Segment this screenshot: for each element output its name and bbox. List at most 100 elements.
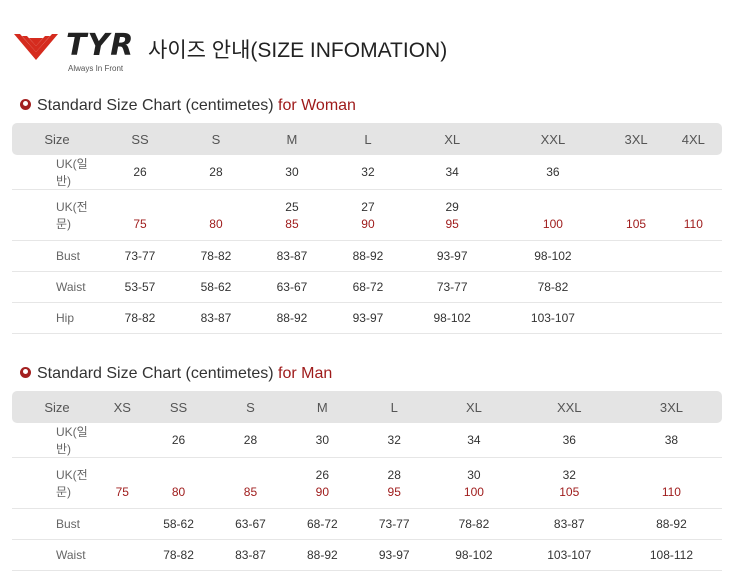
brand-logo-text: TYR (66, 28, 135, 63)
table-cell: 58-62 (177, 271, 254, 303)
table-row: Waist 78-82 83-87 88-92 93-97 98-102 103… (12, 539, 722, 571)
table-cell: 26 90 (286, 457, 359, 509)
table-cell: 32 105 (517, 457, 621, 509)
table-cell (102, 508, 143, 540)
table-cell: 93-97 (358, 539, 431, 571)
table-row: Hip 78-82 83-87 88-92 93-97 98-102 103-1… (12, 302, 722, 334)
man-section-title: Standard Size Chart (centimetes) for Man (20, 364, 332, 384)
row-label: UK(전문) (56, 468, 88, 499)
table-cell: 73-77 (102, 240, 178, 272)
table-row: Waist 53-57 58-62 63-67 68-72 73-77 78-8… (12, 271, 722, 303)
header-cell: SS (142, 391, 215, 423)
table-cell: 83-87 (214, 539, 287, 571)
bullet-icon (20, 99, 31, 110)
table-cell: 32 (329, 155, 406, 190)
table-cell: 88-92 (620, 508, 722, 540)
table-cell (607, 155, 665, 190)
table-cell: 29 95 (405, 189, 499, 241)
table-cell: 98-102 (405, 302, 499, 334)
woman-section-title: Standard Size Chart (centimetes) for Wom… (20, 96, 356, 116)
table-cell: 34 (430, 423, 518, 458)
row-label: Bust (12, 240, 102, 272)
table-cell: 30 100 (430, 457, 518, 509)
table-cell: 73-77 (358, 508, 431, 540)
row-label: UK(일반) (12, 155, 102, 190)
row-label: Hip (12, 302, 102, 334)
table-cell: 98-102 (430, 539, 518, 571)
header-cell: XXL (517, 391, 621, 423)
table-cell: 75 (102, 189, 178, 241)
table-cell: 27 90 (329, 189, 406, 241)
table-cell: 53-57 (102, 271, 178, 303)
table-cell: 85 (214, 457, 287, 509)
header-cell: XL (405, 123, 499, 155)
table-cell: 30 (253, 155, 330, 190)
man-title-highlight: for Man (278, 365, 333, 382)
table-cell: 75 (102, 457, 143, 509)
bullet-icon (20, 367, 31, 378)
tyr-wing-logo-icon (14, 34, 58, 60)
table-cell: 36 (498, 155, 608, 190)
header-cell: Size (12, 391, 102, 423)
table-cell: 88-92 (253, 302, 330, 334)
table-row: Bust 58-62 63-67 68-72 73-77 78-82 83-87… (12, 508, 722, 540)
table-cell: 78-82 (102, 302, 178, 334)
row-label: Waist (12, 271, 102, 303)
table-cell: 100 (498, 189, 608, 241)
table-cell: 80 (177, 189, 254, 241)
header-cell: SS (102, 123, 178, 155)
table-cell: 110 (664, 189, 722, 241)
table-cell (664, 302, 722, 334)
table-cell: 78-82 (142, 539, 215, 571)
table-cell: 58-62 (142, 508, 215, 540)
man-title-prefix: Standard Size Chart (centimetes) (37, 365, 278, 382)
table-cell (607, 302, 665, 334)
header-cell: S (177, 123, 254, 155)
header-cell: M (253, 123, 330, 155)
table-cell: 26 (102, 155, 178, 190)
header-cell: XL (430, 391, 518, 423)
table-cell: 80 (142, 457, 215, 509)
table-cell: 28 (177, 155, 254, 190)
woman-size-table: Size SS S M L XL XXL 3XL 4XL UK(일반) 26 2… (12, 123, 722, 334)
table-cell: 34 (405, 155, 499, 190)
header-cell: XXL (498, 123, 608, 155)
row-label: Bust (12, 508, 102, 540)
table-cell: 36 (517, 423, 621, 458)
table-cell: 88-92 (329, 240, 406, 272)
table-row: Bust 73-77 78-82 83-87 88-92 93-97 98-10… (12, 240, 722, 272)
table-cell: 78-82 (177, 240, 254, 272)
table-cell: 110 (620, 457, 722, 509)
table-cell (664, 271, 722, 303)
table-cell (607, 271, 665, 303)
table-cell: 88-92 (286, 539, 359, 571)
table-cell: 38 (620, 423, 722, 458)
table-cell (664, 155, 722, 190)
table-cell: 83-87 (253, 240, 330, 272)
header-cell: 3XL (620, 391, 722, 423)
header-cell: 3XL (607, 123, 665, 155)
row-label: Waist (12, 539, 102, 571)
table-cell: 105 (607, 189, 665, 241)
table-row: UK(전문) 75 80 25 85 27 90 29 95 100 105 110 (12, 189, 722, 241)
brand-tagline: Always In Front (68, 64, 124, 73)
table-header-row: Size XS SS S M L XL XXL 3XL (12, 391, 722, 423)
man-size-table: Size XS SS S M L XL XXL 3XL UK(일반) 26 28… (12, 391, 722, 571)
table-cell: 98-102 (498, 240, 608, 272)
header-cell: 4XL (664, 123, 722, 155)
woman-title-highlight: for Woman (278, 97, 356, 114)
table-cell: 83-87 (177, 302, 254, 334)
header-cell: L (329, 123, 406, 155)
table-cell: 108-112 (620, 539, 722, 571)
table-cell: 78-82 (430, 508, 518, 540)
table-row: UK(전문) 75 80 85 26 90 28 95 30 100 32 105 11… (12, 457, 722, 509)
table-cell: 63-67 (253, 271, 330, 303)
table-cell (607, 240, 665, 272)
table-cell (102, 539, 143, 571)
header-cell: XS (102, 391, 143, 423)
table-cell: 103-107 (498, 302, 608, 334)
page-header: TYR Always In Front 사이즈 안내(SIZE INFOMATI… (14, 30, 714, 76)
table-cell: 25 85 (253, 189, 330, 241)
table-cell: 68-72 (286, 508, 359, 540)
table-cell: 26 (142, 423, 215, 458)
